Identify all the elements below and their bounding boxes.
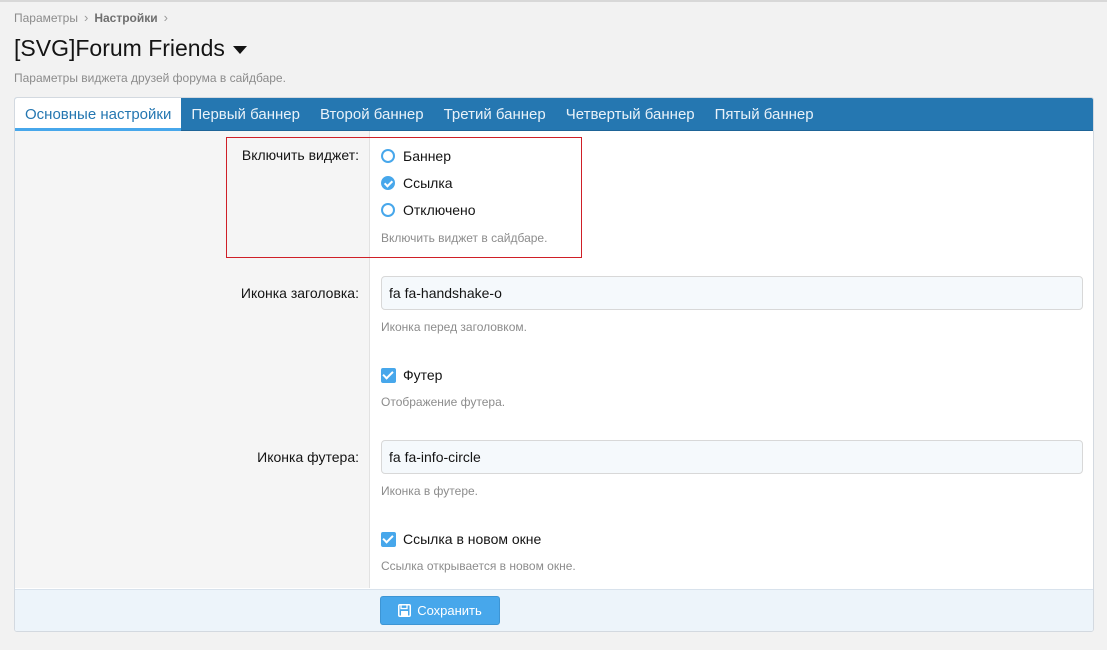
footer-icon-hint: Иконка в футере. [381, 484, 478, 498]
header-icon-hint: Иконка перед заголовком. [381, 320, 527, 334]
options-block: Основные настройки Первый баннер Второй … [14, 97, 1094, 632]
radio-label-banner: Баннер [403, 148, 452, 164]
breadcrumb-item-parameters[interactable]: Параметры [14, 11, 78, 25]
tab-banner-2[interactable]: Второй баннер [310, 98, 434, 130]
radio-option-link[interactable]: Ссылка [381, 175, 453, 191]
radio-label-disabled: Отключено [403, 202, 476, 218]
save-button-label: Сохранить [417, 603, 482, 618]
enable-widget-hint: Включить виджет в сайдбаре. [381, 231, 548, 245]
tab-basic-settings[interactable]: Основные настройки [15, 98, 182, 131]
enable-widget-label: Включить виджет: [241, 147, 359, 163]
footer-checkbox-label: Футер [403, 367, 443, 383]
form-body: Включить виджет: Баннер Ссылка Отключено… [15, 131, 1093, 588]
caret-down-icon[interactable] [232, 45, 247, 54]
breadcrumb-separator-icon: › [83, 10, 89, 25]
radio-checked-icon[interactable] [381, 176, 395, 190]
breadcrumb-item-settings[interactable]: Настройки [94, 11, 157, 25]
breadcrumb-separator-icon: › [163, 10, 168, 25]
radio-option-disabled[interactable]: Отключено [381, 202, 476, 218]
tab-banner-3[interactable]: Третий баннер [434, 98, 556, 130]
tab-bar: Основные настройки Первый баннер Второй … [15, 98, 1093, 131]
tab-banner-1[interactable]: Первый баннер [181, 98, 310, 130]
footer-hint: Отображение футера. [381, 395, 506, 409]
tab-banner-4[interactable]: Четвертый баннер [556, 98, 705, 130]
tab-banner-5[interactable]: Пятый баннер [705, 98, 824, 130]
page-description: Параметры виджета друзей форума в сайдба… [14, 71, 286, 85]
radio-unchecked-icon[interactable] [381, 149, 395, 163]
new-window-checkbox-label: Ссылка в новом окне [403, 531, 542, 547]
radio-unchecked-icon[interactable] [381, 203, 395, 217]
top-divider [0, 0, 1107, 2]
radio-option-banner[interactable]: Баннер [381, 148, 451, 164]
header-icon-input[interactable] [381, 276, 1083, 310]
breadcrumb: Параметры › Настройки › [14, 10, 174, 25]
checkbox-checked-icon[interactable] [381, 367, 396, 383]
floppy-disk-icon [398, 604, 412, 617]
footer-checkbox[interactable]: Футер [381, 367, 442, 383]
footer-icon-input[interactable] [381, 440, 1083, 474]
header-icon-label: Иконка заголовка: [240, 285, 359, 301]
new-window-hint: Ссылка открывается в новом окне. [381, 559, 576, 573]
page-title-text: [SVG]Forum Friends [14, 35, 225, 61]
checkbox-checked-icon[interactable] [381, 531, 396, 547]
form-submit-row: Сохранить [15, 589, 1093, 631]
new-window-checkbox[interactable]: Ссылка в новом окне [381, 531, 541, 547]
save-button[interactable]: Сохранить [380, 596, 500, 625]
footer-icon-label: Иконка футера: [257, 449, 359, 465]
page-title[interactable]: [SVG]Forum Friends [14, 35, 247, 62]
radio-label-link: Ссылка [403, 175, 453, 191]
